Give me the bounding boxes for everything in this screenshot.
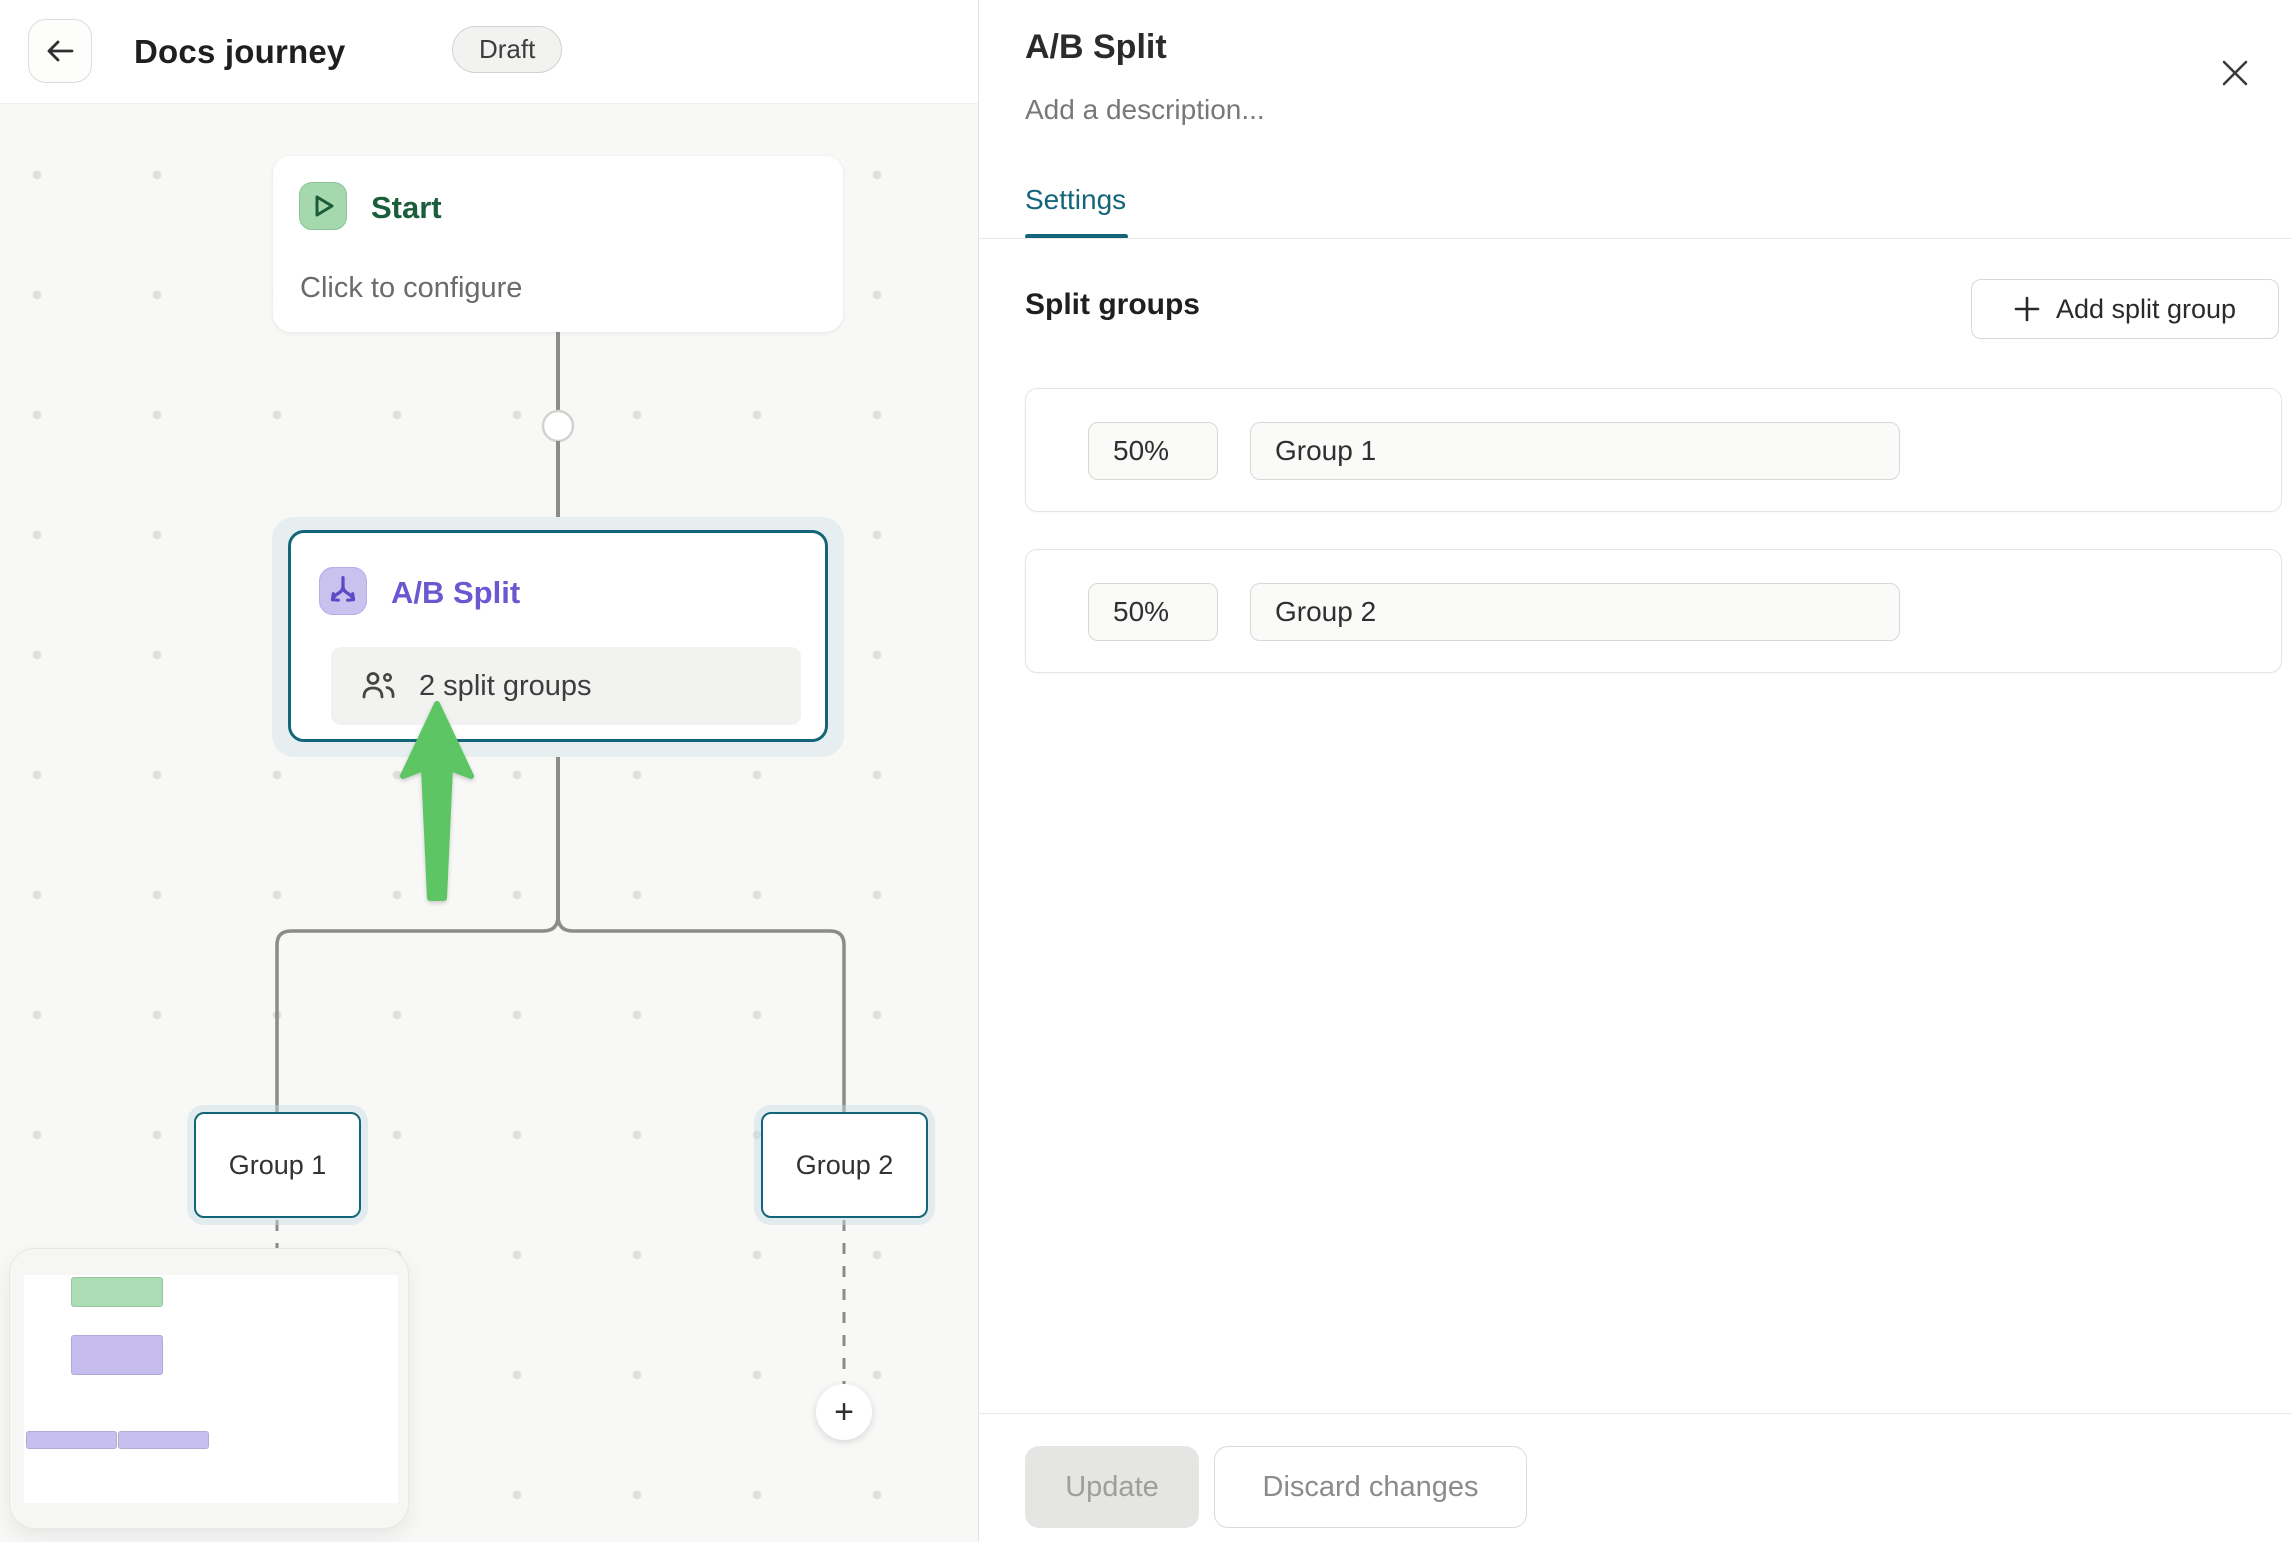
close-panel-button[interactable] (2211, 49, 2259, 97)
back-button[interactable] (28, 19, 92, 83)
preview-purple-block (71, 1335, 163, 1375)
add-step-button[interactable]: + (816, 1384, 872, 1440)
plus-icon (2014, 296, 2040, 322)
journey-canvas[interactable]: Docs journey Draft Start Click to config… (0, 0, 978, 1542)
node-preview-canvas (24, 1275, 398, 1503)
connector-node-circle (543, 411, 573, 441)
update-button[interactable]: Update (1025, 1446, 1199, 1528)
close-icon (2220, 58, 2250, 88)
add-split-group-label: Add split group (2056, 294, 2236, 325)
play-icon (299, 182, 347, 230)
panel-title: A/B Split (1025, 28, 1167, 67)
ab-split-groups-summary[interactable]: 2 split groups (331, 647, 801, 725)
node-preview-card[interactable] (9, 1248, 409, 1529)
ab-split-groups-summary-text: 2 split groups (419, 670, 592, 703)
preview-purple-bar-1 (26, 1431, 117, 1449)
people-icon (359, 668, 397, 704)
preview-purple-bar-2 (118, 1431, 209, 1449)
split-name-input-2[interactable] (1250, 583, 1900, 641)
group-2-node[interactable]: Group 2 (761, 1112, 928, 1218)
split-name-input-1[interactable] (1250, 422, 1900, 480)
arrow-left-icon (43, 34, 77, 68)
plus-icon: + (834, 1393, 854, 1432)
add-split-group-button[interactable]: Add split group (1971, 279, 2279, 339)
ab-split-node[interactable]: A/B Split 2 split groups (288, 530, 828, 742)
journey-title: Docs journey (134, 33, 345, 71)
tab-divider (979, 238, 2292, 239)
group-2-label: Group 2 (796, 1150, 894, 1181)
status-badge: Draft (452, 26, 562, 73)
ab-split-node-title: A/B Split (391, 575, 520, 611)
description-placeholder[interactable]: Add a description... (1025, 94, 1265, 126)
preview-green-block (71, 1277, 163, 1307)
ab-split-node-selection-halo: A/B Split 2 split groups (272, 517, 844, 757)
split-groups-heading: Split groups (1025, 288, 1200, 322)
panel-footer: Update Discard changes (979, 1413, 2292, 1542)
group-1-node[interactable]: Group 1 (194, 1112, 361, 1218)
discard-changes-button[interactable]: Discard changes (1214, 1446, 1527, 1528)
start-node-title: Start (371, 190, 442, 226)
journey-builder-window: Docs journey Draft Start Click to config… (0, 0, 2292, 1542)
start-node-subtitle: Click to configure (300, 272, 522, 305)
canvas-header: Docs journey Draft (0, 0, 978, 104)
split-group-row (1025, 388, 2282, 512)
start-node[interactable]: Start Click to configure (273, 156, 843, 332)
split-percent-input-1[interactable] (1088, 422, 1218, 480)
split-percent-input-2[interactable] (1088, 583, 1218, 641)
group-1-label: Group 1 (229, 1150, 327, 1181)
split-group-row (1025, 549, 2282, 673)
ab-split-settings-panel: A/B Split Add a description... Settings … (978, 0, 2292, 1542)
split-branch-icon (319, 567, 367, 615)
tab-settings[interactable]: Settings (1025, 184, 1126, 216)
